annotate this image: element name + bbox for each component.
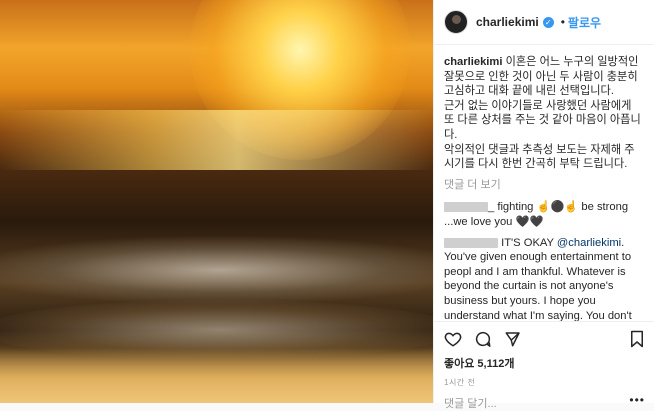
username[interactable]: charliekimi [476, 15, 539, 29]
comment-text: . You've given enough entertainment to p… [444, 236, 632, 321]
heart-icon[interactable] [444, 330, 462, 348]
caption-line: 근거 없는 이야기들로 사랑했던 사람에게 또 다른 상처를 주는 것 같아 마… [444, 99, 641, 141]
share-icon[interactable] [504, 330, 522, 348]
wave [0, 235, 433, 305]
post-header: charliekimi ✓ • 팔로우 [434, 0, 654, 45]
post-actions: 좋아요 5,112개 1시간 전 댓글 달기... ••• [434, 321, 654, 410]
comments-section[interactable]: charliekimi 이혼은 어느 누구의 일방적인 잘못으로 인한 것이 아… [434, 45, 654, 321]
comment: _ fighting ☝️⚫☝️ be strong ...we love yo… [444, 200, 643, 229]
comment-icon[interactable] [474, 330, 492, 348]
avatar[interactable] [444, 10, 468, 34]
mention-link[interactable]: @charliekimi [557, 237, 621, 249]
caption: charliekimi 이혼은 어느 누구의 일방적인 잘못으로 인한 것이 아… [444, 55, 643, 172]
shore [0, 348, 433, 403]
timestamp[interactable]: 1시간 전 [444, 377, 645, 388]
caption-author[interactable]: charliekimi [444, 56, 502, 68]
view-more-comments-button[interactable]: 댓글 더 보기 [444, 178, 643, 193]
comment-text: IT'S OKAY [501, 236, 554, 249]
caption-line: 악의적인 댓글과 추측성 보도는 자제해 주시기를 다시 한번 간곡히 부탁 드… [444, 143, 635, 171]
like-count[interactable]: 좋아요 5,112개 [444, 355, 645, 371]
add-comment-input[interactable]: 댓글 달기... [444, 395, 497, 411]
water-reflection [0, 110, 433, 170]
comment: IT'S OKAY @charliekimi. You've given eno… [444, 236, 643, 321]
follow-button[interactable]: 팔로우 [568, 14, 601, 31]
separator: • [560, 15, 565, 29]
post-image[interactable] [0, 0, 433, 403]
post-sidebar: charliekimi ✓ • 팔로우 charliekimi 이혼은 어느 누… [433, 0, 654, 410]
redacted-username [444, 202, 488, 213]
verified-icon: ✓ [542, 16, 554, 28]
redacted-username [444, 237, 498, 248]
bookmark-icon[interactable] [629, 330, 645, 348]
action-icons [444, 326, 645, 352]
more-options-icon[interactable]: ••• [629, 393, 645, 407]
